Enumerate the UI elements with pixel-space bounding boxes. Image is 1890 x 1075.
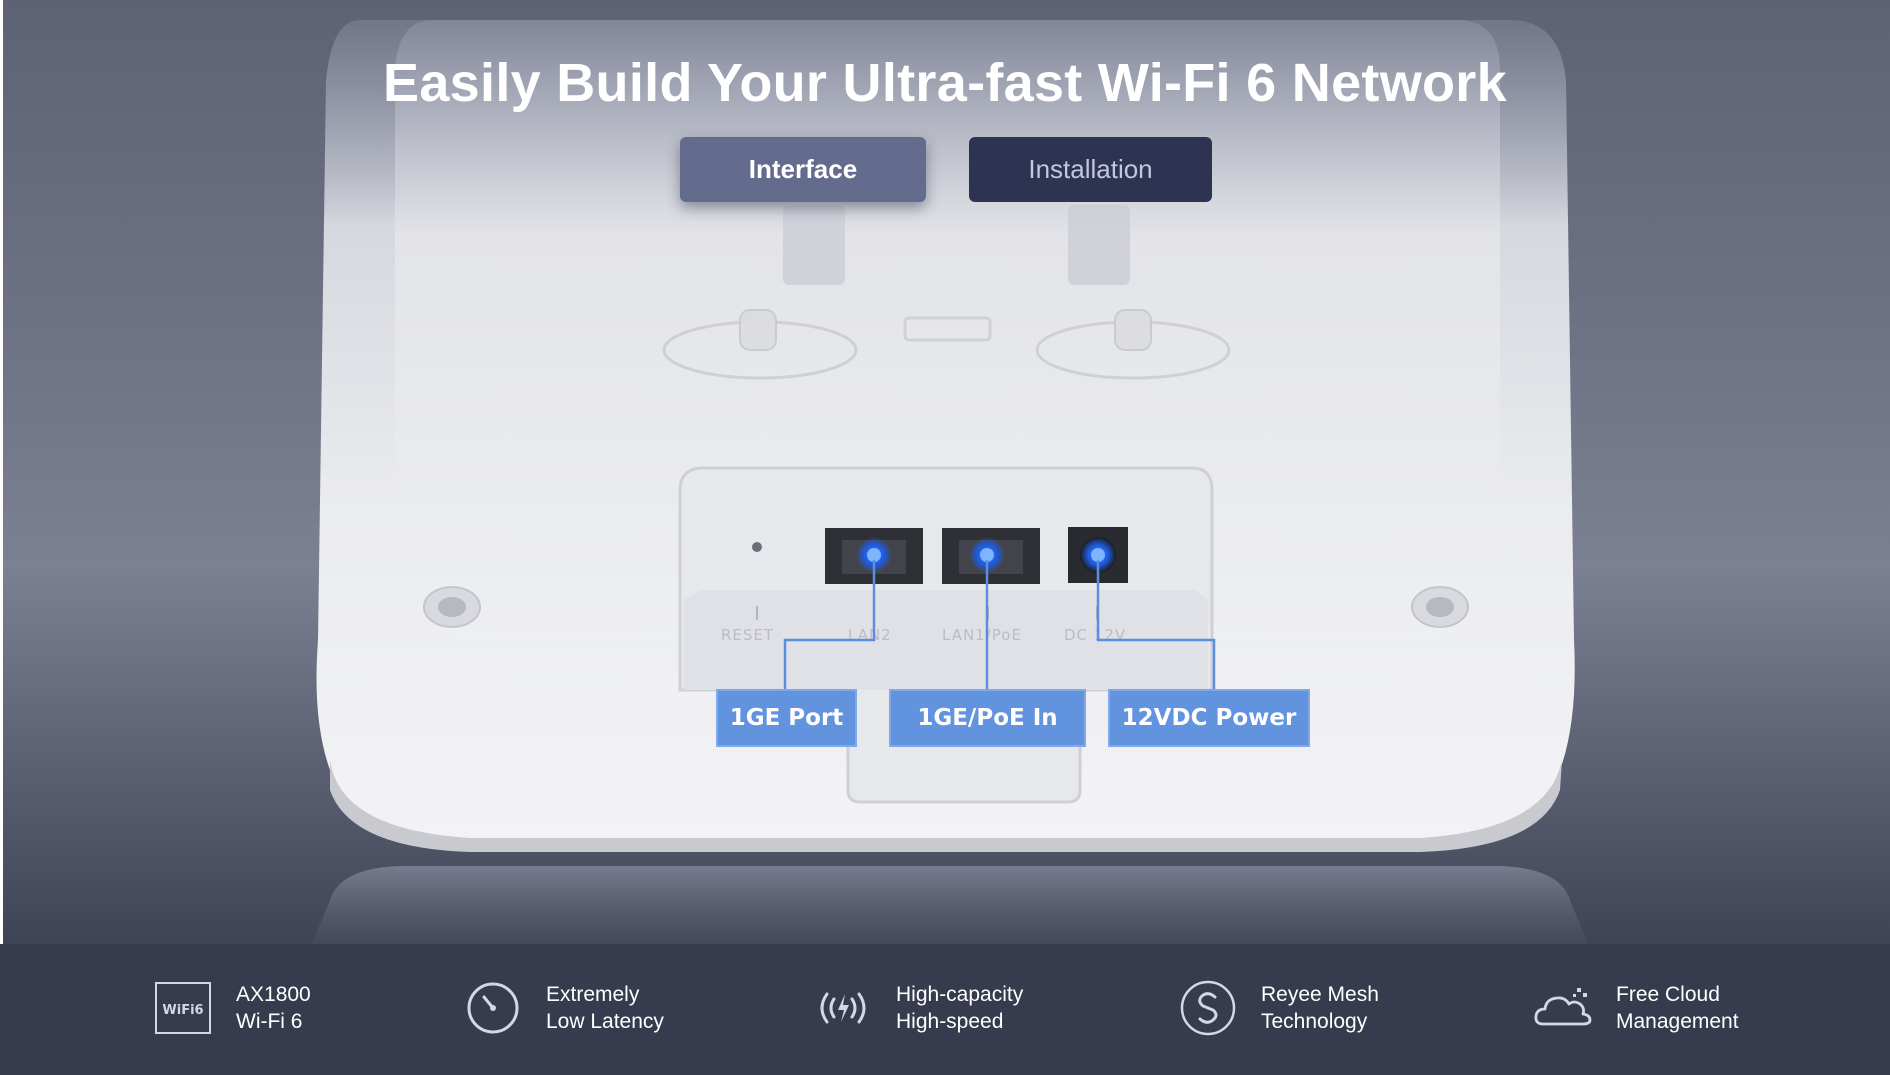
tab-installation[interactable]: Installation xyxy=(969,137,1212,202)
feature-bar: WiFi6 AX1800 Wi-Fi 6 Extremely Low Laten… xyxy=(0,944,1890,1075)
feature-line1: High-capacity xyxy=(896,983,1024,1006)
print-lan1: LAN1/PoE xyxy=(942,626,1022,644)
feature-line2: Low Latency xyxy=(546,1010,664,1033)
wifi6-badge-text: WiFi6 xyxy=(162,1003,203,1018)
print-reset: RESET xyxy=(721,626,774,644)
feature-line1: Reyee Mesh xyxy=(1261,983,1379,1006)
print-dc: DC 12V xyxy=(1064,626,1126,644)
device-reflection xyxy=(312,866,1588,944)
cloud-icon xyxy=(1530,975,1596,1041)
feature-line2: Management xyxy=(1616,1010,1739,1033)
feature-cloud: Free Cloud Management xyxy=(1530,975,1739,1041)
feature-line2: Wi-Fi 6 xyxy=(236,1010,303,1033)
reset-pinhole xyxy=(752,542,762,552)
signal-bolt-icon xyxy=(810,975,876,1041)
feature-line1: AX1800 xyxy=(236,983,311,1006)
left-edge-divider xyxy=(0,0,3,1075)
feature-line2: High-speed xyxy=(896,1010,1004,1033)
mesh-icon xyxy=(1175,975,1241,1041)
gauge-icon xyxy=(460,975,526,1041)
feature-capacity: High-capacity High-speed xyxy=(810,975,1023,1041)
access-point-illustration: RESET LAN2 LAN1/PoE DC 12V xyxy=(312,20,1588,944)
hero-stage: RESET LAN2 LAN1/PoE DC 12V Easily Build … xyxy=(0,0,1890,944)
feature-line1: Free Cloud xyxy=(1616,983,1720,1006)
print-lan2: LAN2 xyxy=(848,626,892,644)
port-label-1ge: 1GE Port xyxy=(716,689,857,747)
port-label-poe-in: 1GE/PoE In xyxy=(889,689,1086,747)
feature-line1: Extremely xyxy=(546,983,640,1006)
port-label-power: 12VDC Power xyxy=(1108,689,1310,747)
feature-mesh: Reyee Mesh Technology xyxy=(1175,975,1379,1041)
feature-wifi6: WiFi6 AX1800 Wi-Fi 6 xyxy=(150,975,311,1041)
feature-line2: Technology xyxy=(1261,1010,1368,1033)
page-title: Easily Build Your Ultra-fast Wi-Fi 6 Net… xyxy=(383,53,1507,113)
tab-interface[interactable]: Interface xyxy=(680,137,926,202)
wifi6-icon: WiFi6 xyxy=(150,975,216,1041)
feature-latency: Extremely Low Latency xyxy=(460,975,664,1041)
